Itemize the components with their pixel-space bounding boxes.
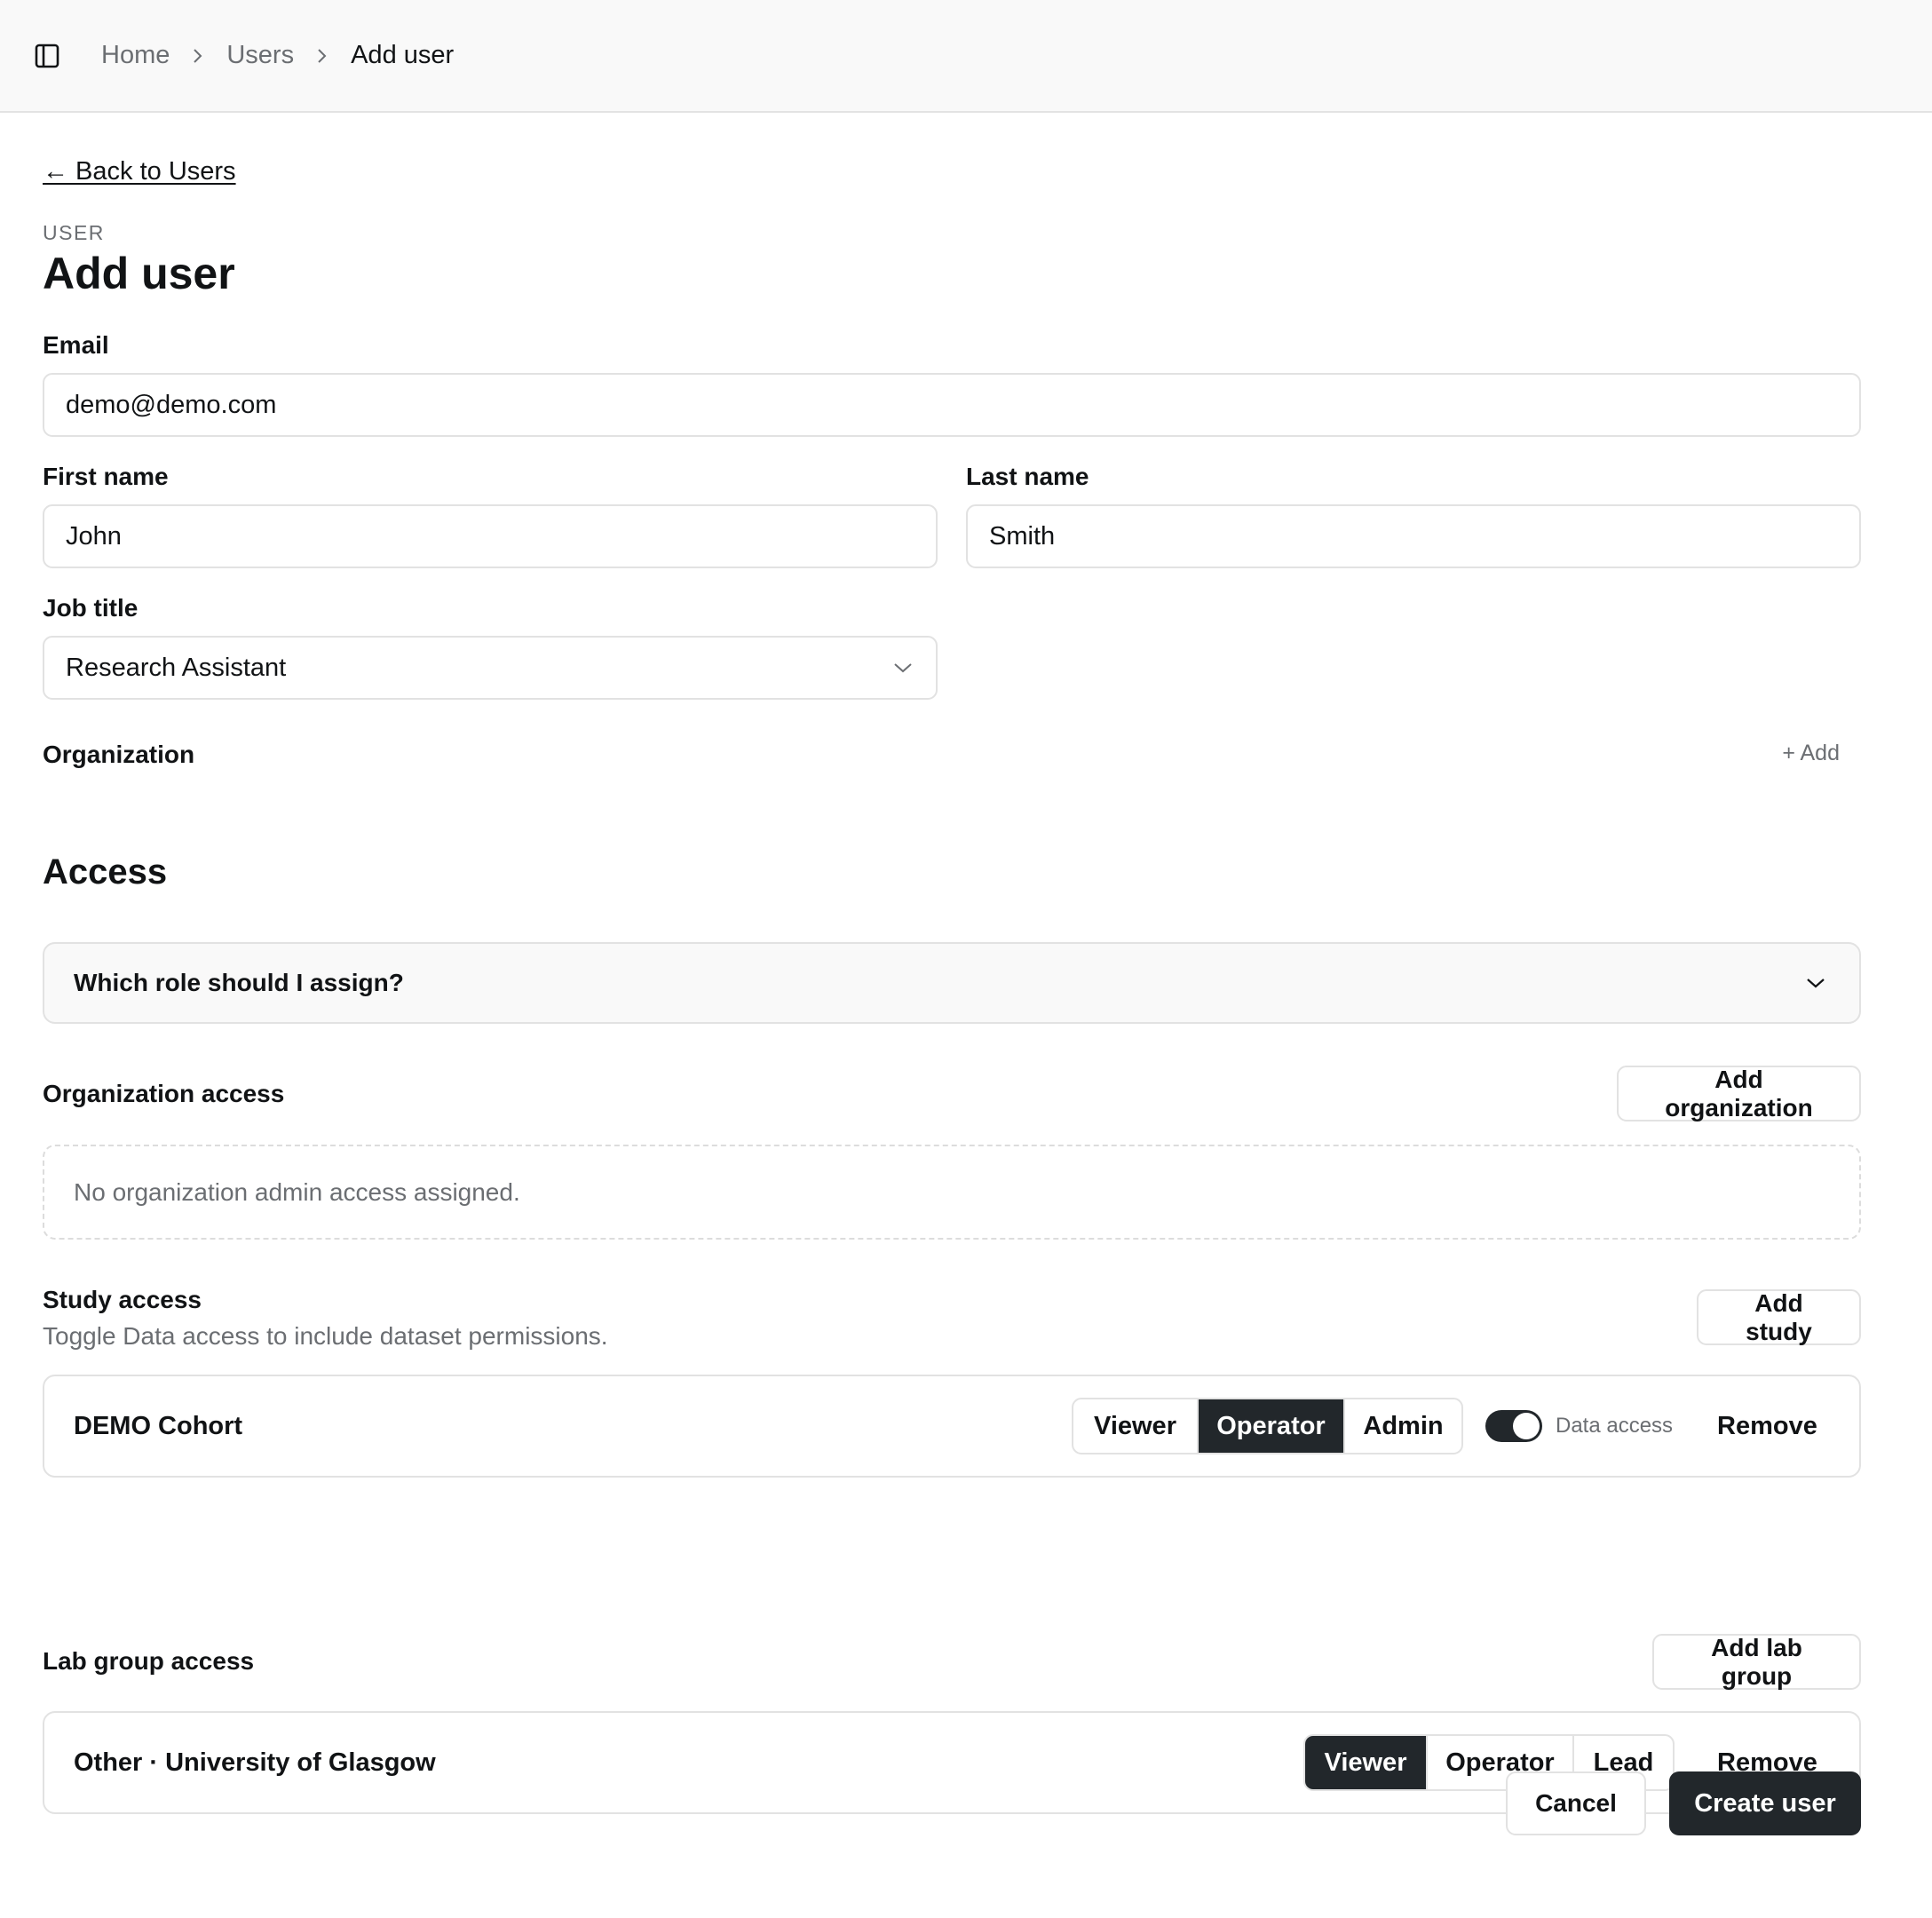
add-study-button[interactable]: Add study bbox=[1697, 1289, 1861, 1345]
chevron-down-icon bbox=[1807, 979, 1825, 988]
data-access-toggle[interactable] bbox=[1485, 1410, 1542, 1442]
organization-label: Organization bbox=[43, 741, 195, 768]
first-name-label: First name bbox=[43, 463, 169, 490]
add-organization-link[interactable]: + Add bbox=[1782, 741, 1840, 766]
cancel-button[interactable]: Cancel bbox=[1506, 1771, 1646, 1835]
organization-access-empty-state: No organization admin access assigned. bbox=[43, 1145, 1861, 1240]
breadcrumb-home[interactable]: Home bbox=[101, 41, 170, 70]
chevron-down-icon bbox=[894, 663, 912, 673]
study-role-operator[interactable]: Operator bbox=[1199, 1399, 1345, 1453]
study-access-row: DEMO Cohort Viewer Operator Admin Data a… bbox=[43, 1375, 1861, 1478]
role-help-accordion[interactable]: Which role should I assign? bbox=[43, 942, 1861, 1024]
study-role-segmented-control: Viewer Operator Admin bbox=[1072, 1398, 1463, 1454]
sidebar-panel-icon bbox=[35, 44, 59, 67]
breadcrumb-current: Add user bbox=[351, 41, 455, 69]
lab-group-access-label: Lab group access bbox=[43, 1647, 255, 1675]
remove-study-button[interactable]: Remove bbox=[1717, 1376, 1817, 1476]
first-name-input[interactable] bbox=[43, 504, 938, 568]
job-title-label: Job title bbox=[43, 594, 139, 622]
chevron-right-icon bbox=[316, 47, 329, 65]
last-name-label: Last name bbox=[966, 463, 1089, 490]
add-lab-group-button[interactable]: Add lab group bbox=[1652, 1634, 1861, 1690]
sidebar-toggle-button[interactable] bbox=[32, 41, 61, 70]
add-organization-button[interactable]: Add organization bbox=[1617, 1066, 1861, 1121]
last-name-input[interactable] bbox=[966, 504, 1861, 568]
access-section-title: Access bbox=[43, 852, 168, 892]
create-user-button[interactable]: Create user bbox=[1669, 1771, 1861, 1835]
organization-access-label: Organization access bbox=[43, 1080, 285, 1107]
lab-group-name: Other · University of Glasgow bbox=[74, 1748, 436, 1777]
accordion-title: Which role should I assign? bbox=[74, 969, 404, 996]
page-eyebrow: USER bbox=[43, 221, 105, 244]
data-access-label: Data access bbox=[1556, 1414, 1674, 1438]
lab-group-role-viewer[interactable]: Viewer bbox=[1305, 1736, 1428, 1789]
job-title-select[interactable]: Research Assistant bbox=[43, 636, 938, 700]
job-title-value: Research Assistant bbox=[66, 653, 287, 682]
email-label: Email bbox=[43, 331, 109, 359]
study-name: DEMO Cohort bbox=[74, 1411, 243, 1440]
study-access-hint: Toggle Data access to include dataset pe… bbox=[43, 1322, 608, 1350]
chevron-right-icon bbox=[192, 47, 204, 65]
breadcrumb: Home Users Add user bbox=[101, 41, 454, 70]
study-role-admin[interactable]: Admin bbox=[1345, 1399, 1461, 1453]
toggle-knob bbox=[1513, 1413, 1540, 1439]
page-title: Add user bbox=[43, 249, 235, 298]
study-role-viewer[interactable]: Viewer bbox=[1073, 1399, 1199, 1453]
top-bar: Home Users Add user bbox=[0, 0, 1932, 113]
email-input[interactable] bbox=[43, 373, 1861, 437]
breadcrumb-users[interactable]: Users bbox=[226, 41, 294, 70]
study-access-label: Study access bbox=[43, 1286, 202, 1313]
empty-state-text: No organization admin access assigned. bbox=[74, 1177, 520, 1206]
back-to-users-link[interactable]: ← Back to Users bbox=[43, 157, 236, 186]
